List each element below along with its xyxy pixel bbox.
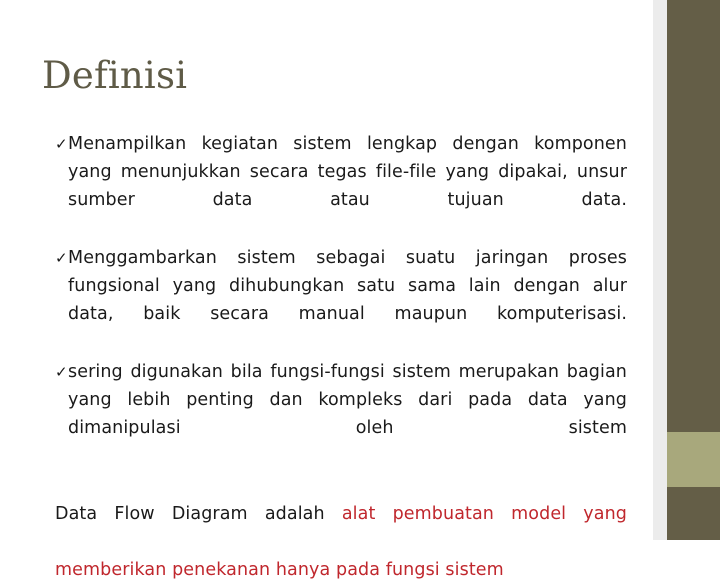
rail-segment-dark-top <box>667 0 720 432</box>
checkmark-icon: ✓ <box>55 135 68 153</box>
bullet-item: ✓ sering digunakan bila fungsi-fungsi si… <box>55 358 627 470</box>
closing-lead-text: Data Flow Diagram adalah <box>55 504 342 524</box>
bullet-item: ✓ Menampilkan kegiatan sistem lengkap de… <box>55 130 627 242</box>
bullet-item-text: Menampilkan kegiatan sistem lengkap deng… <box>68 134 627 210</box>
checkmark-icon: ✓ <box>55 363 68 381</box>
closing-accent-text-2: memberikan penekanan hanya pada fungsi s… <box>55 560 504 580</box>
closing-paragraph: Data Flow Diagram adalah alat pembuatan … <box>55 472 627 584</box>
slide-body: ✓ Menampilkan kegiatan sistem lengkap de… <box>55 130 627 584</box>
closing-paragraph-line-1: Data Flow Diagram adalah alat pembuatan … <box>55 500 627 556</box>
checkmark-icon: ✓ <box>55 249 68 267</box>
rail-segment-dark-bottom <box>667 487 720 540</box>
decorative-side-rail <box>667 0 720 540</box>
bullet-item-text: Menggambarkan sistem sebagai suatu jarin… <box>68 248 627 324</box>
bullet-item: ✓ Menggambarkan sistem sebagai suatu jar… <box>55 244 627 356</box>
bullet-item-text: sering digunakan bila fungsi-fungsi sist… <box>68 362 627 438</box>
closing-accent-text-1: alat pembuatan model yang <box>341 504 627 524</box>
rail-segment-light <box>667 432 720 487</box>
rail-gap-divider <box>653 0 667 540</box>
slide: Definisi ✓ Menampilkan kegiatan sistem l… <box>0 0 720 580</box>
slide-title: Definisi <box>42 54 188 97</box>
